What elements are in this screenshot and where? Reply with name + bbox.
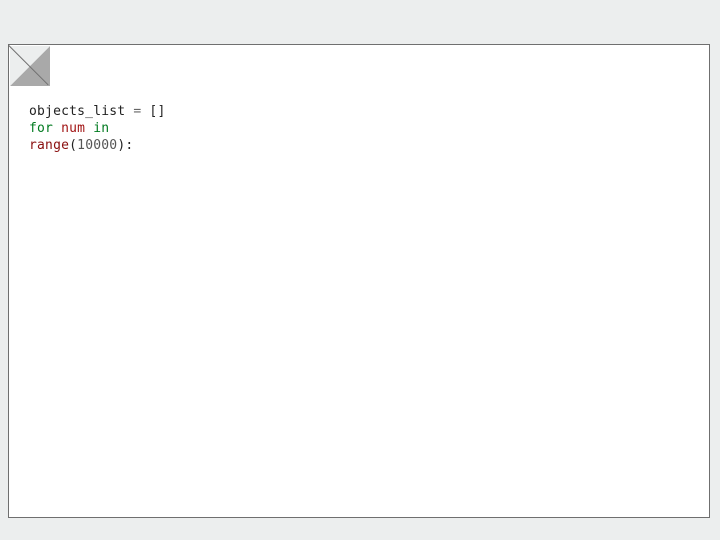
code-card: objects_list = [] for num in range(10000… xyxy=(8,44,710,518)
code-block: objects_list = [] for num in range(10000… xyxy=(29,103,689,154)
code-token-keyword-for: for xyxy=(29,121,53,136)
code-token-operator: = xyxy=(133,104,141,119)
slide-wrap: objects_list = [] for num in range(10000… xyxy=(8,0,710,518)
code-token-identifier-num: num xyxy=(61,121,85,136)
code-token-paren-open: ( xyxy=(69,138,77,153)
code-token-number: 10000 xyxy=(77,138,117,153)
code-token-colon: : xyxy=(125,138,133,153)
code-token-builtin-range: range xyxy=(29,138,69,153)
code-token-identifier: objects_list xyxy=(29,104,125,119)
code-token-keyword-in: in xyxy=(93,121,109,136)
code-token-brackets: [] xyxy=(149,104,165,119)
